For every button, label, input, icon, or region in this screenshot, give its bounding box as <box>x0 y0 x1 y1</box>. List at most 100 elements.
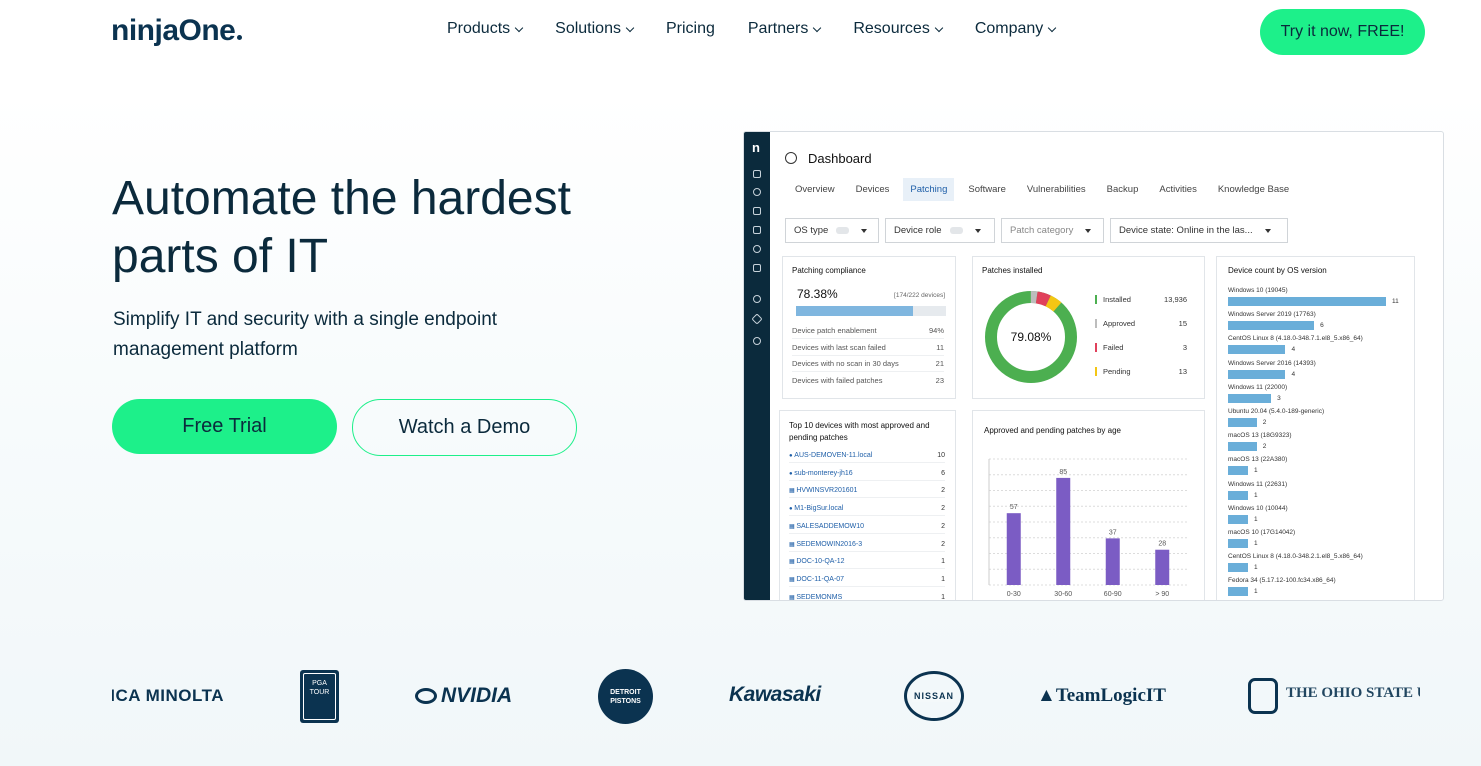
terminal-icon <box>753 264 761 272</box>
tab-vulnerabilities[interactable]: Vulnerabilities <box>1020 178 1093 201</box>
device-row[interactable]: ● M1-BigSur.local 2 <box>789 505 945 517</box>
os-version-label: Fedora 34 (5.17.12-100.fc34.x86_64) <box>1228 577 1336 585</box>
device-row[interactable]: ▦ HVWINSVR201601 2 <box>789 487 945 499</box>
os-version-bar[interactable] <box>1228 563 1248 573</box>
dashboard-gauge-icon <box>785 152 797 164</box>
os-version-bar[interactable] <box>1228 490 1248 500</box>
menu-resources[interactable]: Resources <box>853 20 944 38</box>
caret-down-icon <box>861 228 868 233</box>
device-row[interactable]: ▦ SEDEMOWIN2016-3 2 <box>789 541 945 552</box>
device-row[interactable]: ▦ DOC-11-QA-07 1 <box>789 576 945 587</box>
compliance-row: Devices with last scan failed 11 <box>792 343 944 356</box>
caret-down-icon <box>974 228 981 233</box>
windows-icon <box>753 226 761 234</box>
age-bar[interactable] <box>1056 477 1071 585</box>
legend-value: 15 <box>1178 319 1187 328</box>
device-row[interactable]: ▦ SEDEMONMS 1 <box>789 594 945 600</box>
device-name-cell: ▦ SEDEMONMS <box>789 594 842 600</box>
os-version-label: CentOS Linux 8 (4.18.0-348.7.1.el8_5.x86… <box>1228 335 1363 343</box>
hero-title: Automate the hardest parts of IT <box>112 172 571 283</box>
tab-backup[interactable]: Backup <box>1100 178 1146 201</box>
menu-products-label: Products <box>447 20 511 37</box>
age-bar-value: 85 <box>1059 469 1067 476</box>
device-row[interactable]: ▦ DOC-10-QA-12 1 <box>789 558 945 570</box>
row-label: Device patch enablement <box>792 326 877 335</box>
compliance-percent: 78.38% <box>797 287 838 301</box>
chevron-down-icon <box>813 23 822 32</box>
tab-activities[interactable]: Activities <box>1152 178 1203 201</box>
device-name: HVWINSVR201601 <box>796 487 858 495</box>
teamlogic-a-icon: ▲ <box>1037 685 1056 706</box>
menu-pricing[interactable]: Pricing <box>666 20 715 38</box>
menu-solutions[interactable]: Solutions <box>555 20 635 38</box>
os-version-bar[interactable] <box>1228 369 1286 379</box>
top-nav: ninjaOne Products Solutions Pricing Part… <box>0 0 1481 64</box>
compliance-bar-fill <box>796 306 913 316</box>
tab-devices[interactable]: Devices <box>849 178 897 201</box>
os-type-filter[interactable]: OS type <box>785 218 879 243</box>
device-role-filter[interactable]: Device role <box>885 218 995 243</box>
menu-partners[interactable]: Partners <box>748 20 822 38</box>
globe-icon <box>753 245 761 253</box>
legend-pending[interactable]: Pending 13 <box>1095 367 1187 376</box>
watch-demo-button[interactable]: Watch a Demo <box>352 399 577 456</box>
menu-company-label: Company <box>974 20 1044 37</box>
device-patch-count: 1 <box>941 558 945 566</box>
legend-label: Approved <box>1103 319 1136 328</box>
menu-solutions-label: Solutions <box>555 20 621 37</box>
menu-company[interactable]: Company <box>974 20 1057 38</box>
device-patch-count: 1 <box>941 575 945 583</box>
device-row[interactable]: ● AUS-DEMOVEN-11.local 10 <box>789 452 945 463</box>
row-value: 23 <box>935 376 944 385</box>
age-bar[interactable] <box>1155 549 1170 585</box>
compliance-row: Device patch enablement 94% <box>792 326 944 339</box>
age-bar[interactable] <box>1006 513 1021 585</box>
patch-category-label: Patch category <box>1010 225 1074 236</box>
legend-approved[interactable]: Approved 15 <box>1095 319 1187 328</box>
tab-knowledge-base[interactable]: Knowledge Base <box>1211 178 1296 201</box>
os-version-bar[interactable] <box>1228 418 1257 427</box>
detroit-pistons-logo: DETROIT PISTONS <box>598 669 653 724</box>
gear-icon <box>753 295 761 303</box>
device-state-filter[interactable]: Device state: Online in the las... <box>1110 218 1288 243</box>
compliance-row: Devices with failed patches 23 <box>792 376 944 388</box>
os-version-bar[interactable] <box>1228 321 1315 331</box>
logo-dot <box>237 35 243 40</box>
os-version-bar[interactable] <box>1228 297 1386 306</box>
os-version-bar[interactable] <box>1228 587 1248 597</box>
tab-patching[interactable]: Patching <box>903 178 955 201</box>
ohio-state-block-o-icon <box>1248 678 1278 714</box>
device-row[interactable]: ▦ SALESADDEMOW10 2 <box>789 523 945 534</box>
ninjaone-logo[interactable]: ninjaOne <box>111 14 243 48</box>
logo-label: NISSAN <box>911 690 956 702</box>
free-trial-button[interactable]: Free Trial <box>112 399 337 454</box>
age-bar[interactable] <box>1105 538 1120 585</box>
clock-icon <box>753 337 761 345</box>
device-row[interactable]: ● sub-monterey-jh16 6 <box>789 470 945 481</box>
os-version-bar[interactable] <box>1228 345 1286 355</box>
kawasaki-logo: Kawasaki <box>729 683 821 706</box>
os-version-bar[interactable] <box>1228 539 1248 548</box>
dashboard-preview: n Dashboard Overview Devices Patching So… <box>743 131 1444 601</box>
legend-failed[interactable]: Failed 3 <box>1095 343 1187 352</box>
os-version-count: 2 <box>1262 443 1267 451</box>
logo-label: TeamLogicIT <box>1055 685 1166 706</box>
top-devices-title: Top 10 devices with most approved and pe… <box>789 421 930 442</box>
age-bar-value: 28 <box>1158 541 1166 548</box>
os-version-bar[interactable] <box>1228 442 1257 452</box>
os-version-bar[interactable] <box>1228 466 1248 476</box>
row-label: Devices with no scan in 30 days <box>792 359 899 368</box>
device-patch-count: 2 <box>941 505 945 513</box>
os-version-bar[interactable] <box>1228 514 1248 524</box>
rocket-icon <box>753 170 761 178</box>
tab-software[interactable]: Software <box>961 178 1013 201</box>
try-free-button[interactable]: Try it now, FREE! <box>1260 9 1425 55</box>
tab-overview[interactable]: Overview <box>788 178 842 201</box>
hero-subtitle: Simplify IT and security with a single e… <box>113 309 498 360</box>
os-version-bar[interactable] <box>1228 393 1272 403</box>
patch-category-filter[interactable]: Patch category <box>1001 218 1104 243</box>
os-version-label: Windows 10 (10044) <box>1228 504 1288 512</box>
legend-installed[interactable]: Installed 13,936 <box>1095 295 1187 304</box>
menu-products[interactable]: Products <box>447 20 524 38</box>
logo-label: PGA TOUR <box>303 673 336 720</box>
